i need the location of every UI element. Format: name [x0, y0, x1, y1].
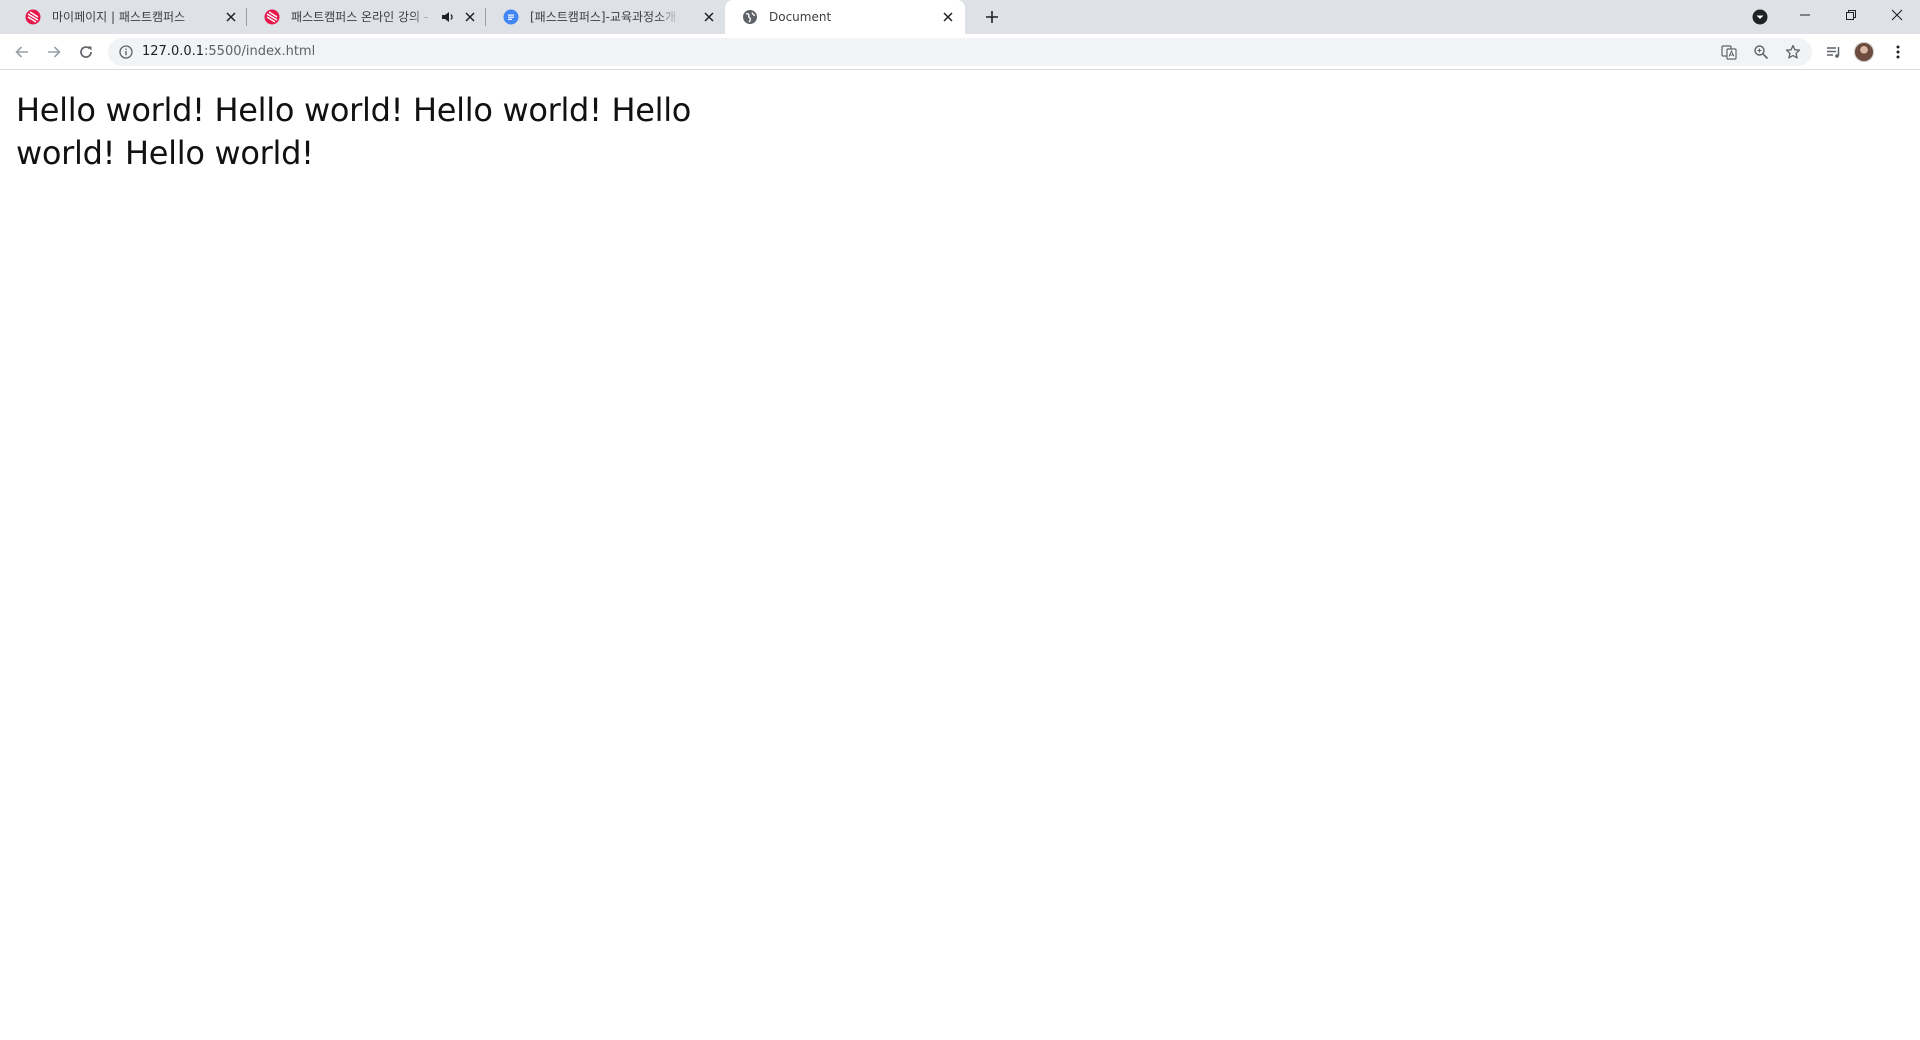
fastcampus-logo-icon [264, 9, 280, 25]
address-bar[interactable]: 127.0.0.1:5500/index.html [108, 38, 1812, 66]
tab-title: 패스트캠퍼스 온라인 강의 - [291, 10, 429, 24]
arrow-left-icon [15, 46, 28, 58]
url-host: 127.0.0.1 [142, 44, 205, 59]
bookmark-star-icon[interactable] [1782, 42, 1804, 62]
speaker-icon[interactable] [440, 9, 456, 25]
tab-curriculum-doc[interactable]: [패스트캠퍼스]-교육과정소개서- [486, 0, 720, 34]
url-text[interactable]: 127.0.0.1:5500/index.html [142, 44, 315, 60]
reload-icon [80, 46, 92, 58]
zoom-icon[interactable] [1750, 42, 1772, 62]
translate-icon[interactable] [1718, 42, 1740, 62]
tab-online-course[interactable]: 패스트캠퍼스 온라인 강의 - [247, 0, 481, 34]
tab-title: Document [769, 10, 832, 24]
browser-toolbar: 127.0.0.1:5500/index.html [0, 34, 1920, 70]
new-tab-button[interactable] [978, 5, 1006, 29]
close-icon[interactable] [701, 9, 717, 25]
close-icon[interactable] [223, 9, 239, 25]
more-vertical-icon [1896, 45, 1900, 59]
reading-list-button[interactable] [1820, 38, 1848, 66]
profile-avatar[interactable] [1854, 42, 1874, 62]
tab-search-button[interactable] [1750, 7, 1770, 27]
arrow-right-icon [48, 46, 61, 58]
tab-title: 마이페이지 | 패스트캠퍼스 [52, 10, 186, 24]
tab-title: [패스트캠퍼스]-교육과정소개서- [530, 10, 680, 24]
tab-document[interactable]: Document [725, 0, 965, 34]
minimize-button[interactable] [1782, 0, 1828, 30]
fastcampus-logo-icon [25, 9, 41, 25]
close-window-button[interactable] [1874, 0, 1920, 30]
google-docs-icon [503, 9, 519, 25]
minimize-icon [1800, 14, 1810, 16]
menu-button[interactable] [1884, 38, 1912, 66]
back-button[interactable] [8, 38, 36, 66]
chevron-down-circle-icon [1752, 9, 1768, 25]
forward-button[interactable] [40, 38, 68, 66]
info-icon[interactable] [118, 44, 134, 60]
media-playlist-icon [1827, 47, 1840, 58]
close-icon[interactable] [462, 9, 478, 25]
reload-button[interactable] [72, 38, 100, 66]
page-viewport: Hello world! Hello world! Hello world! H… [0, 71, 1920, 1040]
close-icon[interactable] [940, 9, 956, 25]
plus-icon [986, 11, 998, 23]
globe-icon [742, 9, 758, 25]
url-path: :5500/index.html [204, 44, 316, 59]
restore-icon [1846, 10, 1856, 20]
tab-mypage[interactable]: 마이페이지 | 패스트캠퍼스 [8, 0, 242, 34]
hello-world-text: Hello world! Hello world! Hello world! H… [16, 91, 692, 172]
restore-button[interactable] [1828, 0, 1874, 30]
close-icon [1891, 9, 1903, 21]
tab-strip: 마이페이지 | 패스트캠퍼스 패스트캠퍼스 온라인 강의 - [패스트캠퍼스]-… [0, 0, 1920, 34]
